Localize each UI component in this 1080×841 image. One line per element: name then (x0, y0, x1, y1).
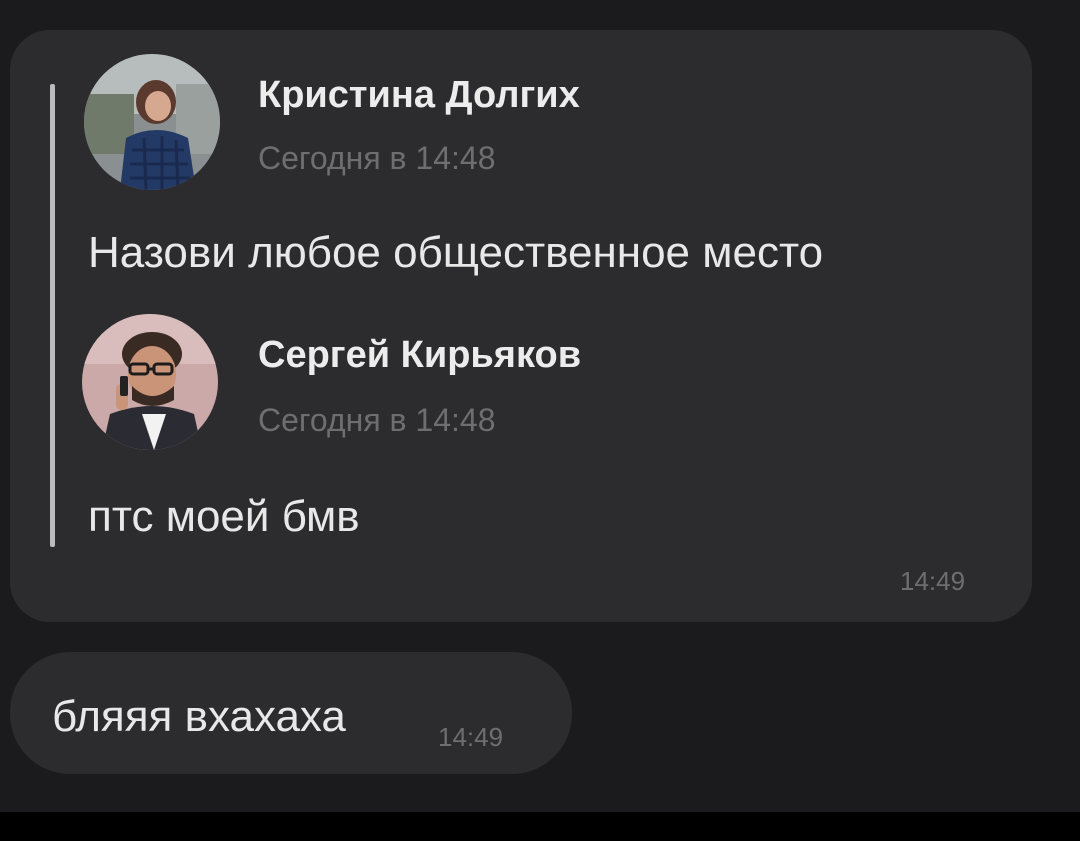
message-text: птс моей бмв (88, 492, 360, 541)
user-avatar-icon (82, 314, 218, 450)
author-name[interactable]: Кристина Долгих (258, 74, 580, 117)
message-text: Назови любое общественное место (88, 228, 824, 277)
forward-quote-bar (50, 84, 55, 547)
author-name[interactable]: Сергей Кирьяков (258, 334, 581, 377)
user-avatar-icon (84, 54, 220, 190)
avatar-sergey[interactable] (82, 314, 218, 450)
message-timestamp: Сегодня в 14:48 (258, 402, 496, 438)
reply-message-text: бляяя вхахаха (52, 692, 346, 741)
avatar-kristina[interactable] (84, 54, 220, 190)
reply-timestamp: 14:49 (438, 722, 504, 752)
bottom-bar (0, 812, 1080, 841)
bubble-timestamp: 14:49 (900, 566, 966, 596)
message-timestamp: Сегодня в 14:48 (258, 140, 496, 176)
